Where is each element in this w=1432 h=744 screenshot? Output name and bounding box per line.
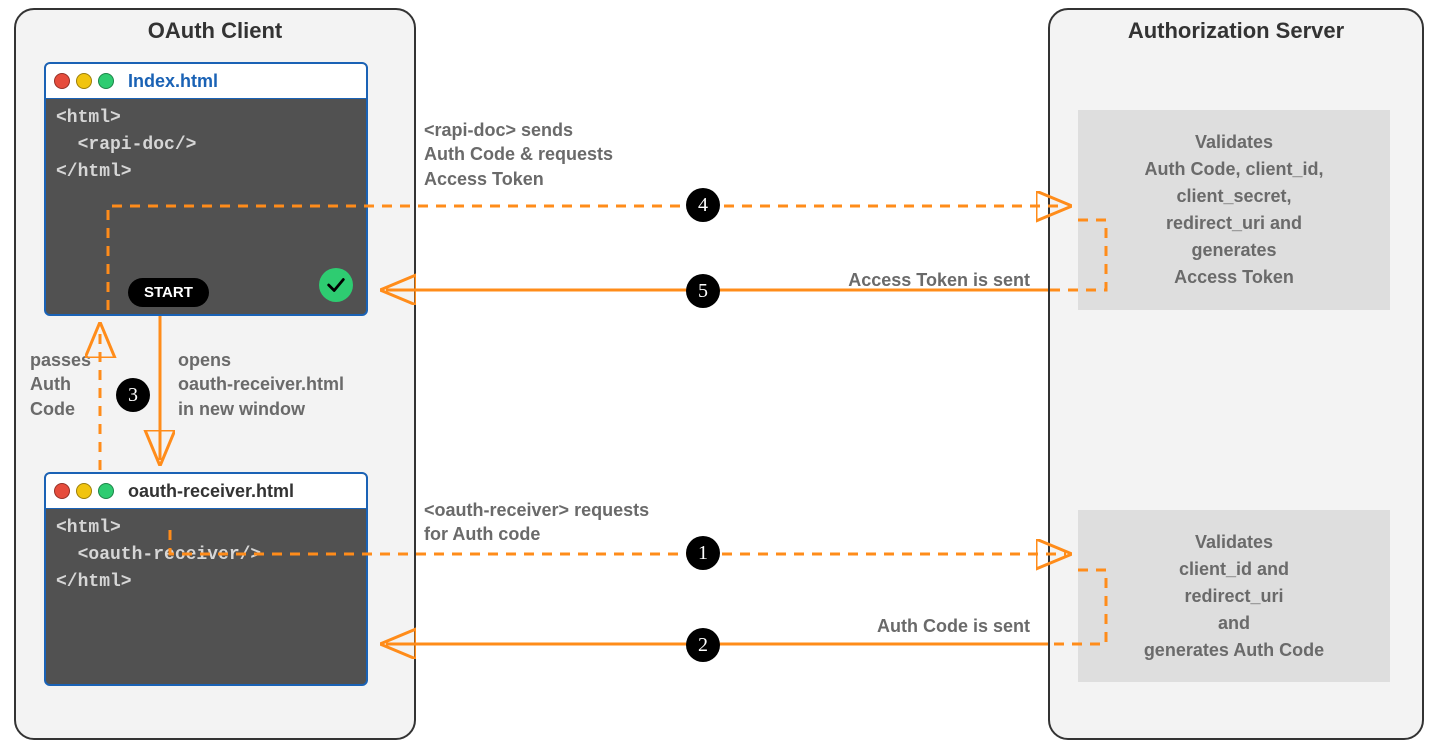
label-access-token-sent: Access Token is sent [770,268,1030,292]
window-receiver-title: oauth-receiver.html [128,481,294,502]
label-rapidoc-sends: <rapi-doc> sends Auth Code & requests Ac… [424,118,613,191]
step-1-badge: 1 [686,536,720,570]
start-badge: START [128,278,209,307]
window-index-title: Index.html [128,71,218,92]
step-3-badge: 3 [116,378,150,412]
step-2-badge: 2 [686,628,720,662]
window-receiver-code: <html> <oauth-receiver/> </html> [46,509,366,602]
window-receiver-title-bar: oauth-receiver.html [46,474,366,509]
window-index-title-bar: Index.html [46,64,366,99]
authorization-server-title: Authorization Server [1050,18,1422,44]
window-oauth-receiver: oauth-receiver.html <html> <oauth-receiv… [44,472,368,686]
window-index-code: <html> <rapi-doc/> </html> [46,99,366,192]
label-opens-receiver: opens oauth-receiver.html in new window [178,348,344,421]
step-5-badge: 5 [686,274,720,308]
label-auth-code-sent: Auth Code is sent [810,614,1030,638]
window-close-icon [54,73,70,89]
window-maximize-icon [98,483,114,499]
window-minimize-icon [76,483,92,499]
step-4-badge: 4 [686,188,720,222]
label-receiver-requests: <oauth-receiver> requests for Auth code [424,498,649,547]
server-validates-access-token-box: Validates Auth Code, client_id, client_s… [1078,110,1390,310]
window-minimize-icon [76,73,92,89]
window-close-icon [54,483,70,499]
oauth-client-title: OAuth Client [16,18,414,44]
server-validates-auth-code-box: Validates client_id and redirect_uri and… [1078,510,1390,682]
success-check-icon [319,268,353,302]
label-passes-auth-code: passes Auth Code [30,348,91,421]
window-maximize-icon [98,73,114,89]
authorization-server-panel: Authorization Server Validates Auth Code… [1048,8,1424,740]
